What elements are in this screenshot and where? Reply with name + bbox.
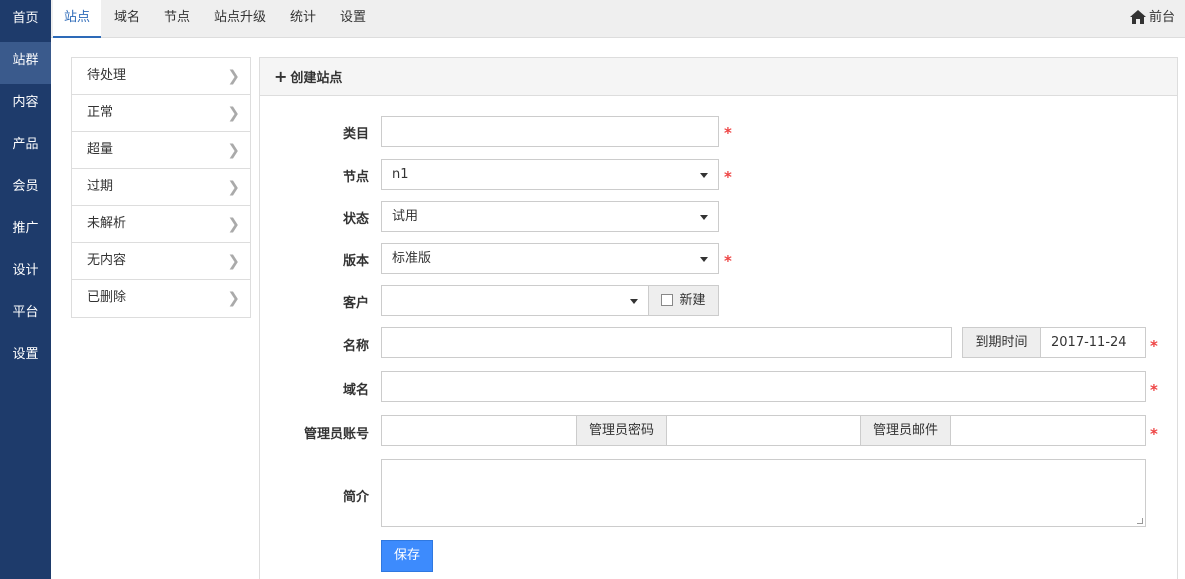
new-customer-checkbox[interactable]: 新建 xyxy=(648,285,719,316)
tab-settings[interactable]: 设置 xyxy=(340,0,366,38)
sidebar-item-site-group[interactable]: 站群 xyxy=(0,42,51,84)
list-item-label: 正常 xyxy=(87,105,114,120)
required-mark: * xyxy=(1150,425,1158,443)
panel-title: 创建站点 xyxy=(290,71,343,86)
node-selected-value: n1 xyxy=(392,167,409,182)
sidebar-item-settings[interactable]: 设置 xyxy=(0,336,51,378)
sidebar-item-design[interactable]: 设计 xyxy=(0,252,51,294)
chevron-right-icon: ❯ xyxy=(227,67,240,85)
main-sidebar: 首页 站群 内容 产品 会员 推广 设计 平台 设置 xyxy=(0,0,51,579)
tab-statistics[interactable]: 统计 xyxy=(290,0,316,38)
sidebar-item-products[interactable]: 产品 xyxy=(0,126,51,168)
list-item-normal[interactable]: 正常 ❯ xyxy=(72,95,250,132)
sidebar-item-members[interactable]: 会员 xyxy=(0,168,51,210)
chevron-right-icon: ❯ xyxy=(227,141,240,159)
chevron-right-icon: ❯ xyxy=(227,104,240,122)
customer-select[interactable] xyxy=(381,285,649,316)
tab-domains[interactable]: 域名 xyxy=(114,0,140,38)
sidebar-item-home[interactable]: 首页 xyxy=(0,0,51,42)
list-item-label: 已删除 xyxy=(87,290,127,305)
admin-email-input[interactable] xyxy=(950,415,1146,446)
admin-account-input[interactable] xyxy=(381,415,577,446)
list-item-no-content[interactable]: 无内容 ❯ xyxy=(72,243,250,280)
sidebar-item-platform[interactable]: 平台 xyxy=(0,294,51,336)
list-item-label: 待处理 xyxy=(87,68,127,83)
tab-sites[interactable]: 站点 xyxy=(53,0,101,38)
edition-select[interactable]: 标准版 xyxy=(381,243,719,274)
required-mark: * xyxy=(724,168,732,186)
node-label: 节点 xyxy=(342,170,369,185)
resize-handle-icon[interactable] xyxy=(1137,518,1143,524)
intro-label: 简介 xyxy=(342,490,369,505)
sidebar-item-content[interactable]: 内容 xyxy=(0,84,51,126)
list-item-deleted[interactable]: 已删除 ❯ xyxy=(72,280,250,317)
category-label: 类目 xyxy=(342,127,369,142)
list-item-label: 过期 xyxy=(87,179,114,194)
site-status-list: 待处理 ❯ 正常 ❯ 超量 ❯ 过期 ❯ 未解析 ❯ 无内容 ❯ 已删除 ❯ xyxy=(71,57,251,318)
tab-nodes[interactable]: 节点 xyxy=(164,0,190,38)
customer-label: 客户 xyxy=(342,296,369,311)
list-item-pending[interactable]: 待处理 ❯ xyxy=(72,58,250,95)
edition-label: 版本 xyxy=(342,254,369,269)
new-customer-label: 新建 xyxy=(679,293,706,308)
required-mark: * xyxy=(724,124,732,142)
caret-down-icon xyxy=(630,299,638,304)
list-item-unresolved[interactable]: 未解析 ❯ xyxy=(72,206,250,243)
category-input[interactable] xyxy=(381,116,719,147)
chevron-right-icon: ❯ xyxy=(227,252,240,270)
domain-input[interactable] xyxy=(381,371,1146,402)
home-icon xyxy=(1129,10,1149,25)
required-mark: * xyxy=(1150,337,1158,355)
plus-icon: + xyxy=(274,67,288,86)
domain-label: 域名 xyxy=(342,383,369,398)
list-item-label: 超量 xyxy=(87,142,114,157)
admin-password-addon: 管理员密码 xyxy=(576,415,667,446)
top-tab-bar: 站点 域名 节点 站点升级 统计 设置 前台 xyxy=(51,0,1185,38)
intro-textarea[interactable] xyxy=(381,459,1146,527)
node-select[interactable]: n1 xyxy=(381,159,719,190)
name-label: 名称 xyxy=(342,339,369,354)
checkbox-icon[interactable] xyxy=(661,294,674,306)
admin-account-label: 管理员账号 xyxy=(303,427,369,442)
expiry-addon: 到期时间 xyxy=(962,327,1041,358)
caret-down-icon xyxy=(700,257,708,262)
name-input[interactable] xyxy=(381,327,952,358)
status-label: 状态 xyxy=(342,212,369,227)
chevron-right-icon: ❯ xyxy=(227,215,240,233)
tab-site-upgrade[interactable]: 站点升级 xyxy=(214,0,266,38)
chevron-right-icon: ❯ xyxy=(227,178,240,196)
list-item-label: 未解析 xyxy=(87,216,127,231)
admin-password-input[interactable] xyxy=(666,415,861,446)
list-item-label: 无内容 xyxy=(87,253,127,268)
required-mark: * xyxy=(1150,381,1158,399)
chevron-right-icon: ❯ xyxy=(227,289,240,307)
status-select[interactable]: 试用 xyxy=(381,201,719,232)
caret-down-icon xyxy=(700,215,708,220)
caret-down-icon xyxy=(700,173,708,178)
frontend-label: 前台 xyxy=(1148,10,1175,25)
panel-header: + 创建站点 xyxy=(260,58,1177,96)
frontend-link[interactable]: 前台 xyxy=(1129,0,1175,38)
list-item-expired[interactable]: 过期 ❯ xyxy=(72,169,250,206)
edition-selected-value: 标准版 xyxy=(392,251,432,266)
sidebar-item-promotion[interactable]: 推广 xyxy=(0,210,51,252)
status-selected-value: 试用 xyxy=(392,209,419,224)
list-item-over-quota[interactable]: 超量 ❯ xyxy=(72,132,250,169)
required-mark: * xyxy=(724,252,732,270)
save-button[interactable]: 保存 xyxy=(381,540,433,572)
admin-email-addon: 管理员邮件 xyxy=(860,415,951,446)
expiry-date-input[interactable]: 2017-11-24 xyxy=(1040,327,1146,358)
